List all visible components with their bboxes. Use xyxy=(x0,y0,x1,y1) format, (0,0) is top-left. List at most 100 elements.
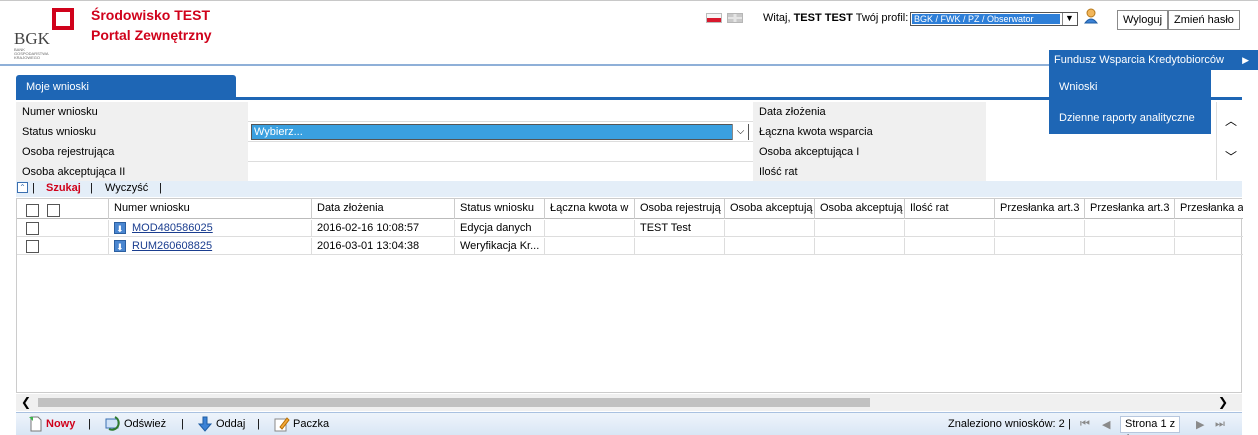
amount-cell xyxy=(544,220,634,237)
english-flag-icon[interactable] xyxy=(727,13,744,23)
submit-button[interactable]: Oddaj xyxy=(216,418,245,430)
first-page-icon[interactable]: ⏮ xyxy=(1080,418,1090,431)
column-header[interactable]: Osoba akceptują xyxy=(724,199,814,219)
menu-dropdown: Wnioski Dzienne raporty analityczne xyxy=(1049,70,1211,134)
select-all-checkbox[interactable] xyxy=(26,204,39,217)
submission-date-label: Data złożenia xyxy=(753,102,986,122)
environment-line-1: Środowisko TEST xyxy=(91,7,211,23)
grid-cell xyxy=(1174,220,1243,237)
application-number-field[interactable] xyxy=(248,102,753,122)
installments-field[interactable] xyxy=(986,162,1216,182)
profile-select-value: BGK / FWK / PZ / Obserwator xyxy=(912,14,1060,24)
grid-cell xyxy=(1174,238,1243,255)
column-header[interactable]: Przesłanka art.3 xyxy=(1084,199,1174,219)
row-checkbox[interactable] xyxy=(26,240,39,253)
collapse-icon[interactable]: ⌃ xyxy=(17,182,28,193)
column-header[interactable]: Osoba akceptują xyxy=(814,199,904,219)
grid-cell xyxy=(724,220,814,237)
grid-cell xyxy=(1084,238,1174,255)
column-header[interactable]: Przesłanka a xyxy=(1174,199,1243,219)
application-number-cell: RUM260608825 xyxy=(108,238,311,255)
chevron-right-icon[interactable]: ❯ xyxy=(1218,395,1228,409)
grid-cell xyxy=(1084,220,1174,237)
table-row[interactable]: MOD480586025 2016-02-16 10:08:57 Edycja … xyxy=(17,220,1243,237)
column-header[interactable]: Status wniosku xyxy=(454,199,544,219)
column-header[interactable]: Osoba rejestrują xyxy=(634,199,724,219)
approving-person-2-field[interactable] xyxy=(248,162,753,182)
status-select[interactable]: Wybierz... ⌵ xyxy=(251,124,749,140)
new-button[interactable]: Nowy xyxy=(46,418,75,430)
table-row[interactable]: RUM260608825 2016-03-01 13:04:38 Weryfik… xyxy=(17,238,1243,255)
submit-arrow-icon[interactable] xyxy=(197,416,213,432)
welcome-prefix: Witaj, xyxy=(763,12,791,24)
chevron-up-icon[interactable]: ︿ xyxy=(1225,112,1237,129)
document-download-icon[interactable] xyxy=(114,239,126,255)
column-header[interactable]: Ilość rat xyxy=(904,199,994,219)
chevron-left-icon[interactable]: ❮ xyxy=(21,395,31,409)
logout-button[interactable]: Wyloguj xyxy=(1117,10,1169,30)
bottom-toolbar: Nowy | Odśwież | Oddaj | Paczka Znalezio… xyxy=(16,412,1242,435)
grid-cell xyxy=(904,220,994,237)
refresh-button[interactable]: Odśwież xyxy=(124,418,166,430)
form-scrollbar[interactable]: ︿ ﹀ xyxy=(1216,102,1242,180)
row-checkbox[interactable] xyxy=(26,222,39,235)
scrollbar-thumb[interactable] xyxy=(38,398,870,407)
polish-flag-icon[interactable] xyxy=(706,13,722,23)
menu-fund-support[interactable]: Fundusz Wsparcia Kredytobiorców ▶ xyxy=(1049,50,1258,70)
chevron-down-icon[interactable]: ▼ xyxy=(1062,13,1076,25)
status-select-value: Wybierz... xyxy=(254,126,303,138)
application-number-label: Numer wniosku xyxy=(16,102,248,122)
menu-item-applications[interactable]: Wnioski xyxy=(1059,81,1098,93)
column-header[interactable]: Przesłanka art.3 xyxy=(994,199,1084,219)
installments-label: Ilość rat xyxy=(753,162,986,182)
previous-page-icon[interactable]: ◀ xyxy=(1102,418,1110,431)
batch-button[interactable]: Paczka xyxy=(293,418,329,430)
separator: | xyxy=(88,418,91,430)
user-profile-icon[interactable] xyxy=(1083,8,1099,24)
total-support-label: Łączna kwota wsparcia xyxy=(753,122,986,142)
registrar-cell xyxy=(634,238,724,255)
environment-title: Środowisko TEST Portal Zewnętrzny xyxy=(91,5,212,45)
refresh-icon[interactable] xyxy=(105,416,121,432)
filter-row: Osoba rejestrująca Osoba akceptująca I xyxy=(16,142,1216,162)
separator: | xyxy=(257,418,260,430)
document-download-icon[interactable] xyxy=(114,221,126,237)
application-number-cell: MOD480586025 xyxy=(108,220,311,237)
status-label: Status wniosku xyxy=(16,122,248,142)
chevron-down-icon[interactable]: ﹀ xyxy=(1225,148,1237,165)
column-header[interactable]: Numer wniosku xyxy=(108,199,311,219)
filter-row: Numer wniosku Data złożenia xyxy=(16,102,1216,122)
tab-my-applications[interactable]: Moje wnioski xyxy=(16,75,236,99)
grid-cell xyxy=(724,238,814,255)
filter-row: Osoba akceptująca II Ilość rat xyxy=(16,162,1216,182)
filter-row: Status wniosku Wybierz... ⌵ Łączna kwota… xyxy=(16,122,1216,142)
horizontal-scrollbar[interactable]: ❮ ❯ xyxy=(16,394,1242,411)
change-password-button[interactable]: Zmień hasło xyxy=(1168,10,1240,30)
page-indicator: Strona 1 z 1 xyxy=(1120,416,1180,435)
menu-item-daily-reports[interactable]: Dzienne raporty analityczne xyxy=(1059,112,1195,124)
batch-pencil-icon[interactable] xyxy=(274,416,290,432)
welcome-text: Witaj, TEST TEST Twój profil: xyxy=(763,12,908,24)
last-page-icon[interactable]: ⏭ xyxy=(1215,418,1225,431)
column-header[interactable]: Łączna kwota w xyxy=(544,199,634,219)
search-button[interactable]: Szukaj xyxy=(46,182,81,194)
grid-header: Numer wniosku Data złożenia Status wnios… xyxy=(17,199,1243,219)
clear-button[interactable]: Wyczyść xyxy=(105,182,148,194)
approving-person-1-field[interactable] xyxy=(986,142,1216,162)
select-all-checkbox-2[interactable] xyxy=(47,204,60,217)
application-number-link[interactable]: MOD480586025 xyxy=(132,222,213,234)
grid-cell xyxy=(814,220,904,237)
separator: | xyxy=(181,418,184,430)
new-document-icon[interactable] xyxy=(28,416,44,432)
column-header[interactable]: Data złożenia xyxy=(311,199,454,219)
found-count: Znaleziono wniosków: 2 xyxy=(948,418,1065,430)
registering-person-label: Osoba rejestrująca xyxy=(16,142,248,162)
next-page-icon[interactable]: ▶ xyxy=(1196,418,1204,431)
separator: | xyxy=(90,182,93,194)
status-cell: Weryfikacja Kr... xyxy=(454,238,544,255)
application-number-link[interactable]: RUM260608825 xyxy=(132,240,212,252)
chevron-down-icon[interactable]: ⌵ xyxy=(732,124,748,140)
registering-person-field[interactable] xyxy=(248,142,753,162)
user-name: TEST TEST xyxy=(793,12,853,24)
profile-select[interactable]: BGK / FWK / PZ / Obserwator ▼ xyxy=(910,12,1078,26)
